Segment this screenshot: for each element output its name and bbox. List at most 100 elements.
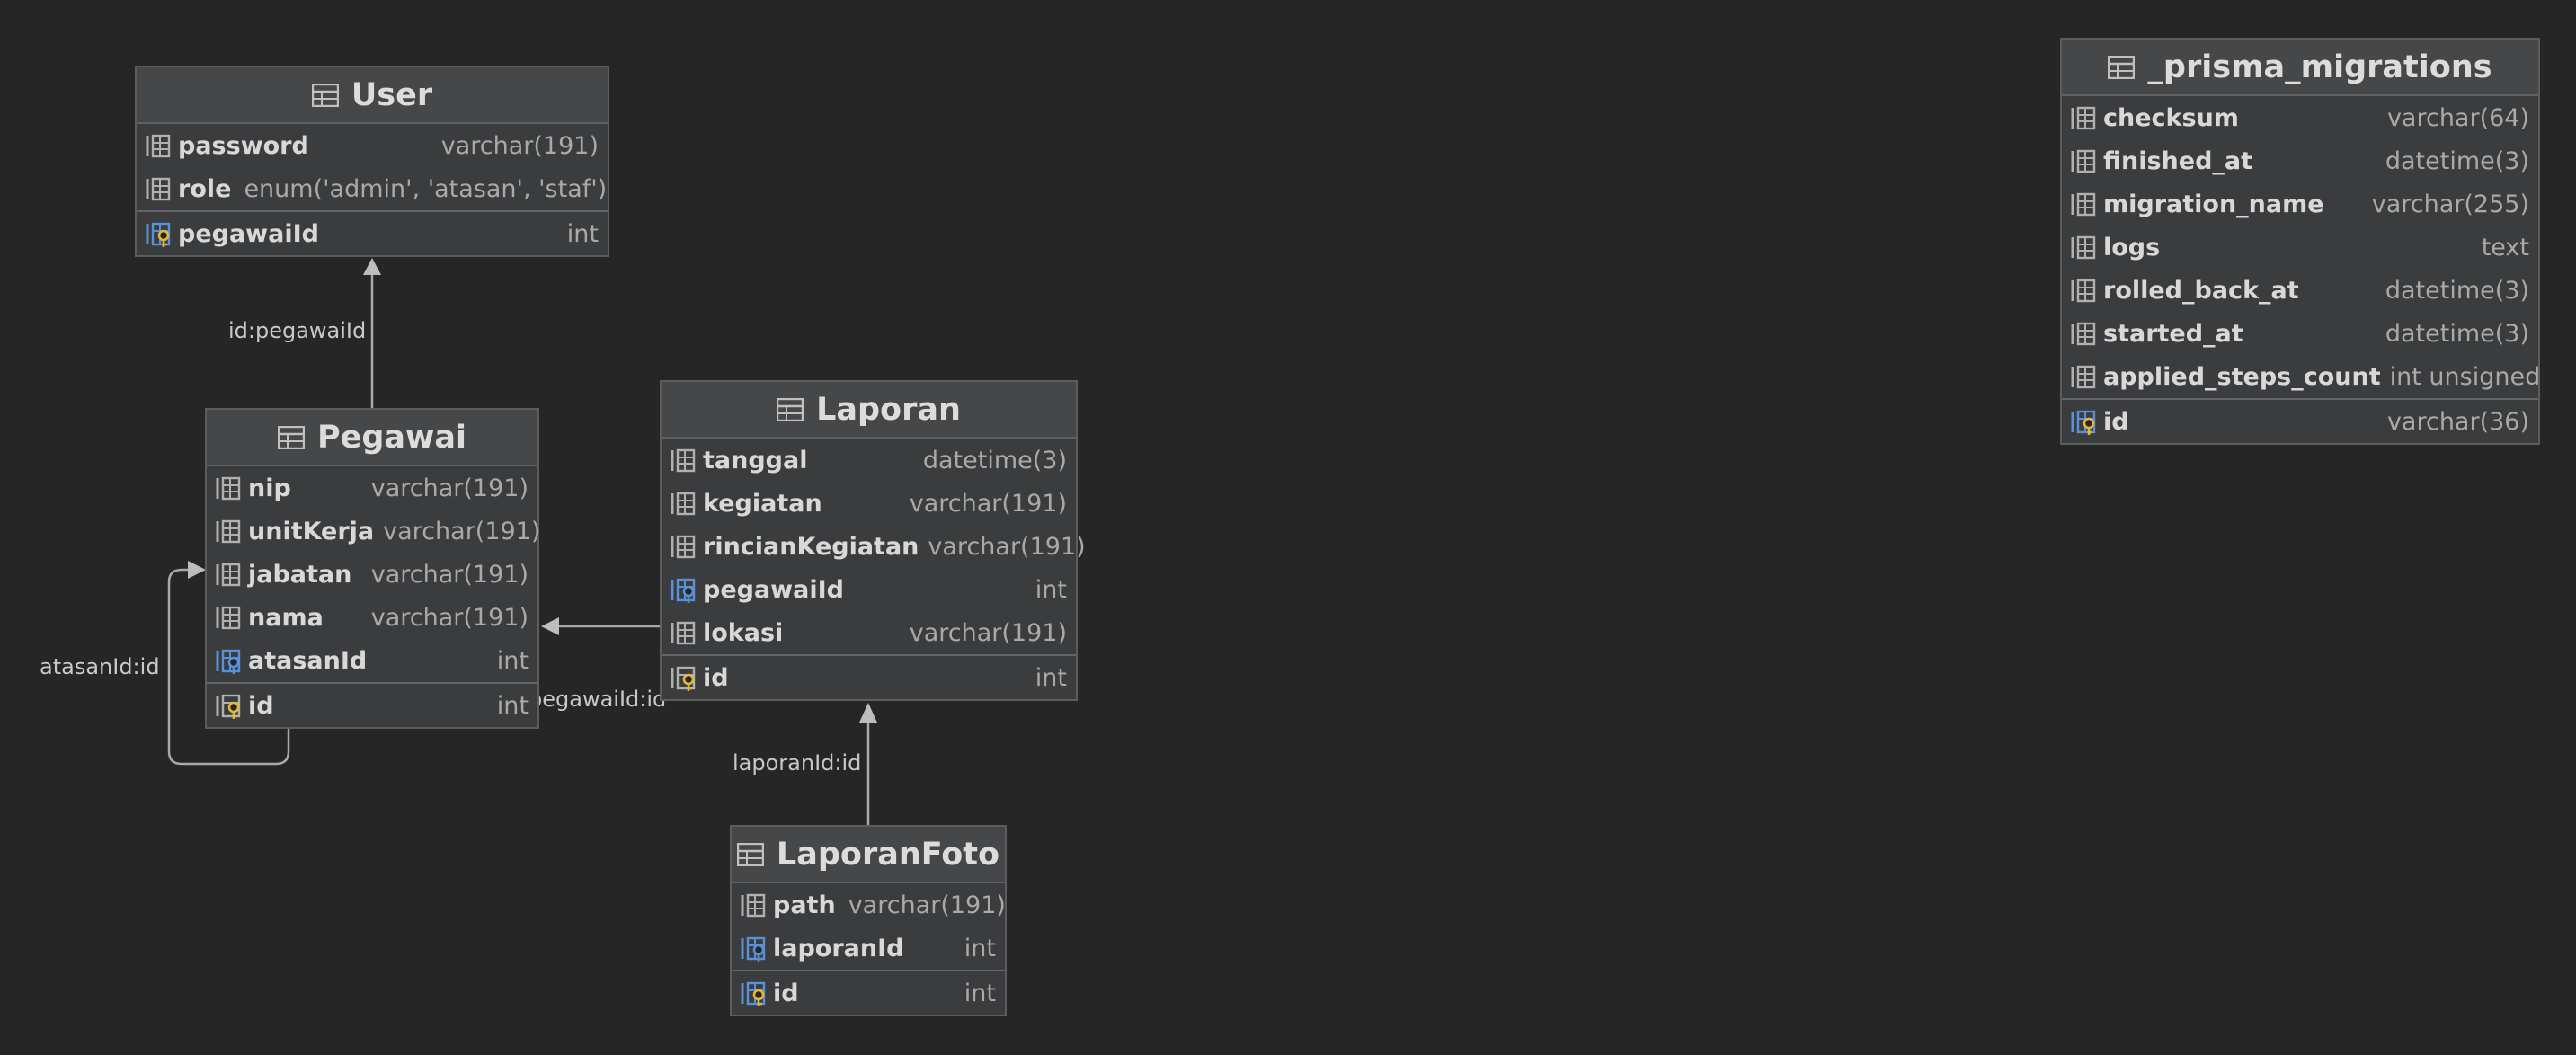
column-type: datetime(3)	[2385, 146, 2529, 175]
primary-key-row[interactable]: id varchar(36)	[2062, 398, 2538, 443]
column-row[interactable]: finished_at datetime(3)	[2062, 139, 2538, 182]
table-header[interactable]: _prisma_migrations	[2062, 40, 2538, 96]
column-icon	[739, 891, 768, 919]
arrowhead-user	[363, 258, 381, 275]
column-name: pegawaiId	[703, 575, 844, 604]
column-name: atasanId	[248, 646, 368, 675]
column-type: varchar(64)	[2386, 103, 2529, 132]
primary-key-row[interactable]: id int	[662, 654, 1076, 699]
column-row[interactable]: logs text	[2062, 226, 2538, 269]
column-icon	[669, 446, 697, 474]
column-row[interactable]: laporanId int	[732, 926, 1005, 970]
edge-label-user-pegawai: id:pegawaiId	[228, 318, 367, 343]
column-type: varchar(191)	[928, 532, 1086, 561]
column-type: int	[496, 646, 529, 675]
table-header[interactable]: LaporanFoto	[732, 827, 1005, 883]
primary-key-row[interactable]: id int	[732, 970, 1005, 1015]
column-type: enum('admin', 'atasan', 'staf')	[244, 174, 608, 203]
column-icon	[214, 474, 243, 502]
table-laporan[interactable]: Laporan tanggal datetime(3) kegiatan var…	[660, 380, 1086, 701]
column-row[interactable]: lokasi varchar(191)	[662, 611, 1076, 654]
column-row[interactable]: kegiatan varchar(191)	[662, 482, 1076, 525]
column-icon	[214, 517, 243, 545]
column-type: varchar(255)	[2371, 190, 2529, 218]
table-icon	[277, 425, 305, 449]
foreign-key-icon	[214, 646, 243, 675]
column-name: kegiatan	[703, 489, 822, 518]
column-type: text	[2481, 233, 2529, 262]
edge-label-pegawai-self: atasanId:id	[40, 654, 160, 679]
column-row[interactable]: tanggal datetime(3)	[662, 439, 1076, 482]
column-name: finished_at	[2103, 146, 2253, 175]
column-row[interactable]: migration_name varchar(255)	[2062, 182, 2538, 226]
table-title: LaporanFoto	[776, 836, 1000, 873]
primary-key-icon	[214, 691, 243, 720]
table-title: Laporan	[816, 391, 961, 428]
column-name: role	[178, 174, 232, 203]
table-pegawai[interactable]: Pegawai nip varchar(191) unitKerja varch…	[205, 408, 541, 729]
column-name: path	[773, 891, 836, 919]
column-type: varchar(191)	[440, 131, 599, 160]
column-name: id	[773, 979, 799, 1007]
column-type: varchar(191)	[909, 618, 1067, 647]
column-type: int	[496, 691, 529, 720]
column-row[interactable]: applied_steps_count int unsigned	[2062, 355, 2541, 398]
column-name: rincianKegiatan	[703, 532, 919, 561]
column-icon	[669, 618, 697, 647]
column-row[interactable]: started_at datetime(3)	[2062, 312, 2538, 355]
column-row[interactable]: unitKerja varchar(191)	[207, 510, 541, 553]
table-laporanfoto[interactable]: LaporanFoto path varchar(191) laporanId …	[730, 825, 1007, 1016]
column-row[interactable]: nip varchar(191)	[207, 466, 537, 510]
column-row[interactable]: password varchar(191)	[137, 124, 608, 167]
column-row[interactable]: jabatan varchar(191)	[207, 553, 537, 596]
table-icon	[311, 83, 339, 107]
column-name: id	[2103, 407, 2129, 436]
column-icon	[2069, 190, 2098, 218]
column-name: lokasi	[703, 618, 784, 647]
column-type: datetime(3)	[2385, 319, 2529, 348]
column-name: pegawaiId	[178, 219, 319, 248]
column-row[interactable]: role enum('admin', 'atasan', 'staf')	[137, 167, 608, 210]
column-name: checksum	[2103, 103, 2239, 132]
arrowhead-pegawai-right	[541, 617, 559, 635]
table-header[interactable]: Pegawai	[207, 410, 537, 466]
column-name: applied_steps_count	[2103, 362, 2381, 391]
table-user[interactable]: User password varchar(191) role enum('ad…	[135, 66, 609, 257]
column-name: laporanId	[773, 934, 904, 962]
column-row[interactable]: path varchar(191)	[732, 883, 1006, 926]
edge-label-laporanfoto-laporan: laporanId:id	[733, 750, 862, 776]
column-name: logs	[2103, 233, 2161, 262]
column-type: int	[1035, 575, 1067, 604]
column-icon	[144, 174, 173, 203]
column-type: varchar(191)	[909, 489, 1067, 518]
table-title: _prisma_migrations	[2147, 49, 2492, 85]
column-row[interactable]: nama varchar(191)	[207, 596, 537, 639]
column-row[interactable]: rincianKegiatan varchar(191)	[662, 525, 1086, 568]
primary-key-row[interactable]: pegawaiId int	[137, 210, 608, 255]
table-header[interactable]: Laporan	[662, 382, 1076, 439]
column-icon	[2069, 103, 2098, 132]
column-icon	[2069, 362, 2098, 391]
column-icon	[214, 603, 243, 632]
column-icon	[2069, 233, 2098, 262]
table-title: Pegawai	[316, 419, 466, 456]
column-row[interactable]: atasanId int	[207, 639, 537, 682]
foreign-key-icon	[739, 934, 768, 962]
column-icon	[669, 489, 697, 518]
table-header[interactable]: User	[137, 67, 608, 124]
table-icon	[736, 842, 764, 866]
column-row[interactable]: rolled_back_at datetime(3)	[2062, 269, 2538, 312]
column-type: varchar(191)	[383, 517, 541, 545]
table-prisma-migrations[interactable]: _prisma_migrations checksum varchar(64) …	[2060, 38, 2540, 445]
column-type: int unsigned	[2389, 362, 2541, 391]
column-icon	[669, 532, 697, 561]
table-title: User	[351, 76, 433, 113]
column-type: datetime(3)	[2385, 276, 2529, 305]
column-name: started_at	[2103, 319, 2243, 348]
column-type: int	[1035, 663, 1067, 692]
foreign-key-icon	[669, 575, 697, 604]
column-row[interactable]: pegawaiId int	[662, 568, 1076, 611]
column-icon	[2069, 319, 2098, 348]
primary-key-row[interactable]: id int	[207, 682, 537, 727]
column-row[interactable]: checksum varchar(64)	[2062, 96, 2538, 139]
